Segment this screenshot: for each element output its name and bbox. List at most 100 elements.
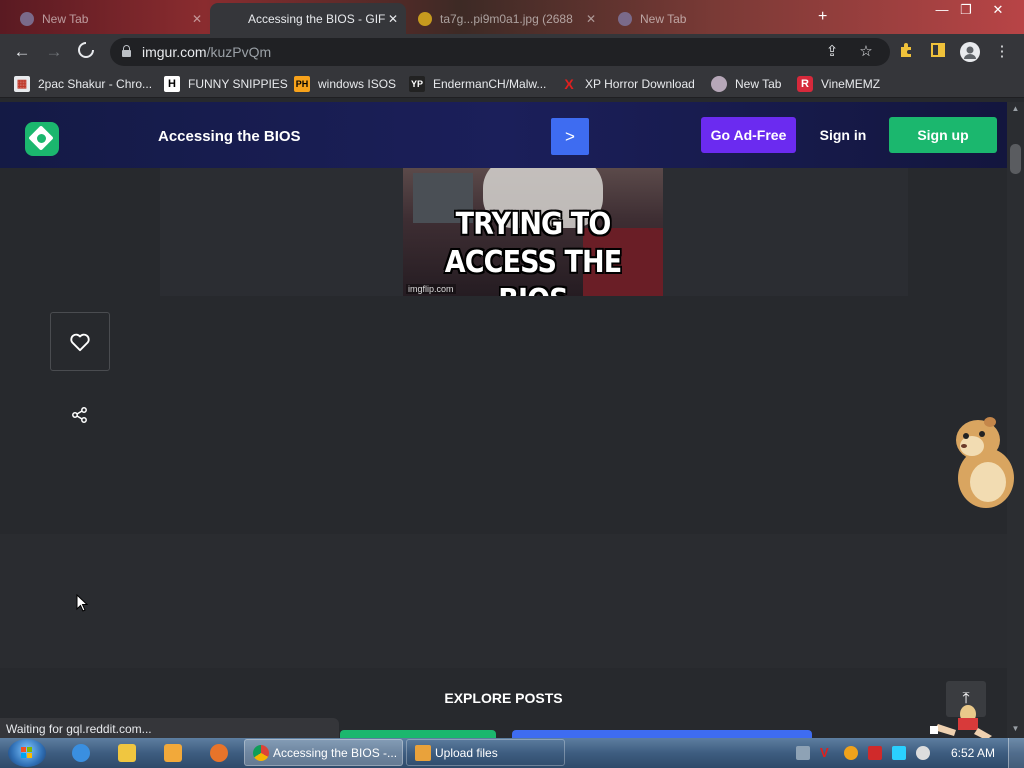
back-arrow-icon[interactable]: ← (12, 42, 32, 62)
tray-volume-icon[interactable] (916, 746, 930, 760)
next-post-button[interactable]: > (551, 118, 589, 155)
share-button[interactable] (68, 404, 92, 426)
address-bar[interactable]: imgur.com/kuzPvQm ⇪ ☆ (110, 38, 890, 66)
gif-caption: TRYING TO ACCESS THE BIOS (444, 207, 622, 296)
app-icon: ▦ (14, 76, 30, 92)
windows-taskbar: Accessing the BIOS -... Upload files V 6… (0, 738, 1024, 768)
tab-image-jpg[interactable]: ta7g...pi9m0a1.jpg (2688 ✕ (408, 3, 604, 34)
bookmark-label: FUNNY SNIPPIES (188, 77, 288, 91)
bookmark-star-icon[interactable]: ☆ (856, 42, 876, 60)
imgur-logo-icon[interactable] (25, 122, 59, 156)
taskbar-clock[interactable]: 6:52 AM (951, 746, 995, 760)
loading-spinner-icon[interactable] (76, 41, 96, 64)
bookmark-2pac[interactable]: ▦ 2pac Shakur - Chro... (14, 76, 152, 92)
post-gif[interactable]: TRYING TO ACCESS THE BIOS imgflip.com (403, 168, 663, 296)
windows-logo-icon (21, 747, 32, 758)
task-label: Accessing the BIOS -... (273, 745, 398, 760)
r-logo-icon: R (797, 76, 813, 92)
dancer-sprite (930, 705, 992, 740)
x-logo-icon: X (564, 76, 574, 92)
bookmark-label: XP Horror Download (585, 77, 695, 91)
tab-new-tab-1[interactable]: New Tab ✕ (10, 3, 210, 34)
scroll-thumb[interactable] (1010, 144, 1021, 174)
mouse-cursor-icon (76, 594, 88, 612)
sign-up-button[interactable]: Sign up (889, 117, 997, 153)
bookmark-vinememz[interactable]: R VineMEMZ (797, 76, 880, 92)
chrome-favicon-icon (618, 11, 632, 26)
menu-kebab-icon[interactable]: ⋮ (992, 42, 1012, 60)
comments-area (0, 534, 1007, 668)
maximize-icon[interactable]: ❐ (954, 2, 978, 18)
chrome-favicon-icon (20, 11, 34, 26)
close-window-icon[interactable]: ✕ (986, 2, 1010, 18)
task-chrome[interactable]: Accessing the BIOS -... (244, 739, 403, 766)
bookmark-label: windows ISOS (318, 77, 397, 91)
explore-posts-heading: EXPLORE POSTS (444, 690, 563, 706)
internet-explorer-icon[interactable] (72, 744, 90, 762)
scroll-up-icon[interactable]: ▲ (1007, 104, 1024, 116)
tray-flag-icon[interactable] (868, 746, 882, 760)
go-ad-free-button[interactable]: Go Ad-Free (701, 117, 796, 153)
browser-toolbar: ← → imgur.com/kuzPvQm ⇪ ☆ ⋮ (0, 34, 1024, 70)
imgur-header: Accessing the BIOS > Go Ad-Free Sign in … (0, 102, 1007, 168)
close-tab-icon[interactable]: ✕ (388, 12, 398, 26)
show-desktop-button[interactable] (1008, 738, 1024, 768)
sign-in-button[interactable]: Sign in (812, 117, 874, 153)
browser-status-bar: Waiting for gql.reddit.com... (0, 718, 339, 738)
explore-post-card[interactable] (512, 730, 812, 738)
explore-post-card[interactable] (340, 730, 496, 738)
share-icon (72, 407, 87, 423)
close-tab-icon[interactable]: ✕ (192, 12, 202, 26)
tab-new-tab-2[interactable]: New Tab (608, 3, 808, 34)
minimize-icon[interactable]: — (930, 2, 954, 17)
bookmark-label: 2pac Shakur - Chro... (38, 77, 153, 91)
close-tab-icon[interactable]: ✕ (586, 12, 596, 26)
bookmark-endermanch[interactable]: YP EndermanCH/Malw... (409, 76, 546, 92)
forward-arrow-icon[interactable]: → (44, 42, 64, 62)
app-shortcut-icon[interactable] (210, 744, 228, 762)
file-explorer-icon[interactable] (118, 744, 136, 762)
yp-logo-icon: YP (409, 76, 425, 92)
url-text[interactable]: imgur.com/kuzPvQm (142, 44, 271, 60)
tab-title: Accessing the BIOS - GIF (248, 11, 386, 26)
profile-avatar-icon[interactable] (960, 42, 980, 66)
media-player-icon[interactable] (164, 744, 182, 762)
tab-title: ta7g...pi9m0a1.jpg (2688 (440, 11, 573, 26)
lock-icon[interactable] (122, 45, 131, 57)
image-favicon-icon (418, 11, 432, 26)
tray-search-icon[interactable] (844, 746, 858, 760)
tab-title: New Tab (640, 11, 687, 26)
scroll-down-icon[interactable]: ▼ (1007, 724, 1024, 736)
tray-app-icon[interactable] (796, 746, 810, 760)
bookmarks-bar: ▦ 2pac Shakur - Chro... H FUNNY SNIPPIES… (0, 70, 1024, 98)
bookmark-windows-isos[interactable]: PH windows ISOS (294, 76, 396, 92)
tray-network-icon[interactable] (892, 746, 906, 760)
bookmark-xp-horror[interactable]: X XP Horror Download (561, 76, 695, 92)
heart-icon (70, 333, 90, 351)
post-content: TRYING TO ACCESS THE BIOS imgflip.com EX… (0, 168, 1007, 738)
share-page-icon[interactable]: ⇪ (822, 42, 842, 60)
tab-title: New Tab (42, 11, 89, 26)
tab-accessing-the-bios[interactable]: Accessing the BIOS - GIF ✕ (210, 3, 406, 34)
tab-strip: New Tab ✕ Accessing the BIOS - GIF ✕ ta7… (0, 0, 1024, 34)
bookmark-label: VineMEMZ (821, 77, 881, 91)
post-title: Accessing the BIOS (158, 128, 301, 145)
bookmark-label: EndermanCH/Malw... (433, 77, 547, 91)
h-logo-icon: H (164, 76, 180, 92)
start-button[interactable] (8, 739, 46, 767)
bookmark-label: New Tab (735, 77, 782, 91)
gif-watermark: imgflip.com (406, 284, 456, 294)
hamster-sprite (956, 417, 1014, 508)
task-label: Upload files (435, 745, 498, 760)
extensions-puzzle-icon[interactable] (896, 42, 916, 62)
tab-spacer (220, 12, 234, 26)
task-upload-files[interactable]: Upload files (406, 739, 565, 766)
side-panel-icon[interactable] (928, 42, 948, 62)
tray-v-icon[interactable]: V (820, 746, 834, 760)
new-tab-plus-icon[interactable]: + (818, 8, 827, 26)
upload-window-icon (415, 745, 431, 761)
ph-logo-icon: PH (294, 76, 310, 92)
like-heart-button[interactable] (50, 312, 110, 371)
bookmark-funny-snippies[interactable]: H FUNNY SNIPPIES (164, 76, 288, 92)
bookmark-new-tab[interactable]: New Tab (711, 76, 781, 92)
